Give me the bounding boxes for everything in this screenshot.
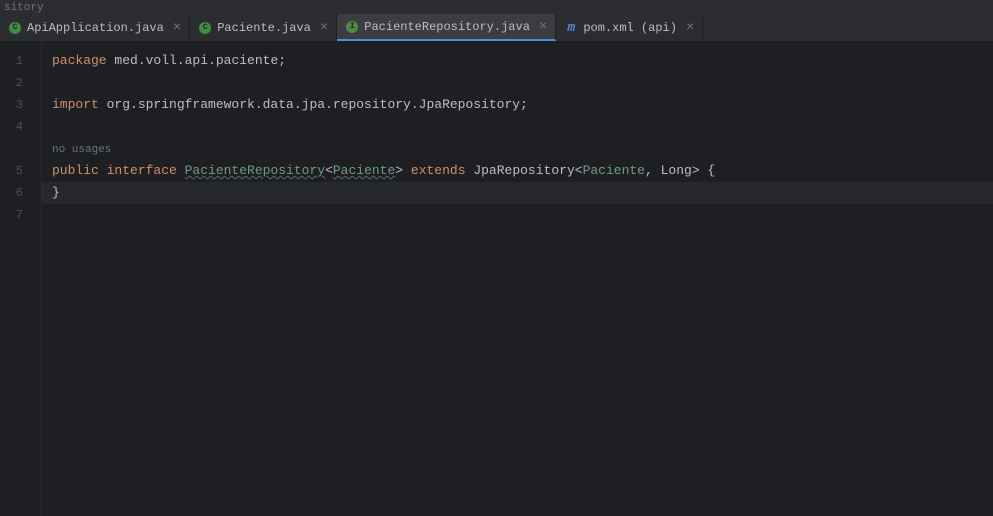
code-line [52, 204, 993, 226]
code-line: import org.springframework.data.jpa.repo… [52, 94, 993, 116]
line-gutter[interactable]: 1 2 3 4 5 6 7 [0, 42, 42, 516]
editor-area: 1 2 3 4 5 6 7 package med.voll.api.pacie… [0, 42, 993, 516]
tab-label: pom.xml (api) [583, 21, 677, 35]
code-line: } [52, 182, 993, 204]
tab-paciente-repository[interactable]: I PacienteRepository.java × [337, 14, 556, 41]
tab-api-application[interactable]: C ApiApplication.java × [0, 14, 190, 41]
code-line [52, 72, 993, 94]
line-number: 7 [0, 204, 41, 226]
usages-hint[interactable]: no usages [52, 138, 993, 160]
tab-label: PacienteRepository.java [364, 20, 530, 34]
line-number: 2 [0, 72, 41, 94]
close-icon[interactable]: × [539, 19, 547, 35]
maven-icon: m [564, 21, 578, 35]
tab-label: Paciente.java [217, 21, 311, 35]
line-number [0, 138, 41, 160]
close-icon[interactable]: × [686, 20, 694, 36]
line-number: 5 [0, 160, 41, 182]
line-number: 3 [0, 94, 41, 116]
close-icon[interactable]: × [320, 20, 328, 36]
line-number: 1 [0, 50, 41, 72]
truncated-panel-label: sitory [0, 0, 993, 14]
line-number: 6 [0, 182, 41, 204]
code-line: package med.voll.api.paciente; [52, 50, 993, 72]
line-number: 4 [0, 116, 41, 138]
java-interface-icon: I [345, 20, 359, 34]
code-line [52, 116, 993, 138]
editor-tab-bar: C ApiApplication.java × C Paciente.java … [0, 14, 993, 42]
tab-pom-xml[interactable]: m pom.xml (api) × [556, 14, 703, 41]
java-class-icon: C [8, 21, 22, 35]
tab-paciente[interactable]: C Paciente.java × [190, 14, 337, 41]
code-line: public interface PacienteRepository<Paci… [52, 160, 993, 182]
tab-label: ApiApplication.java [27, 21, 164, 35]
java-class-icon: C [198, 21, 212, 35]
code-editor[interactable]: package med.voll.api.paciente; import or… [42, 42, 993, 516]
close-icon[interactable]: × [173, 20, 181, 36]
